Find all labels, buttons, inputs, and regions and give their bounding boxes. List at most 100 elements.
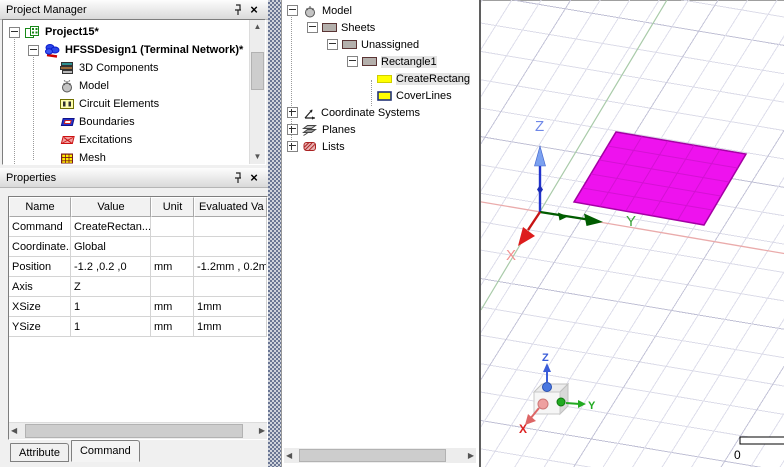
prop-name: XSize (9, 297, 71, 317)
3d-components-icon (60, 62, 73, 74)
prop-evaluated: 1mm (194, 317, 267, 337)
scroll-right-button[interactable]: ▶ (259, 427, 265, 435)
prop-name: Position (9, 257, 71, 277)
collapse-icon[interactable] (287, 5, 298, 16)
prop-name: Command (9, 217, 71, 237)
x-axis-arrowhead (518, 227, 535, 246)
collapse-icon[interactable] (307, 22, 318, 33)
model-icon (305, 5, 315, 17)
scroll-left-button[interactable]: ◀ (11, 427, 17, 435)
tree-item-planes[interactable]: Planes (282, 121, 480, 138)
collapse-icon[interactable] (347, 56, 358, 67)
prop-value[interactable]: 1 (71, 297, 151, 317)
triad-y-label: Y (588, 400, 596, 412)
properties-hscrollbar[interactable]: ◀ ▶ (9, 422, 267, 439)
tree-item-3d-components[interactable]: 3D Components (3, 59, 265, 77)
tree-item-label: Coordinate Systems (321, 106, 421, 119)
expand-icon[interactable] (287, 107, 298, 118)
boundaries-icon (60, 118, 75, 126)
collapse-icon[interactable] (9, 26, 20, 38)
prop-name: Axis (9, 277, 71, 297)
prop-unit[interactable]: mm (151, 257, 194, 277)
scrollbar-thumb[interactable] (25, 424, 243, 438)
pin-icon (235, 3, 241, 15)
prop-evaluated: -1.2mm , 0.2m (194, 257, 267, 277)
triad-x-knob (537, 398, 549, 410)
column-header-value: Value (71, 197, 151, 217)
left-dock: Project Manager × Project15* HFSSDesign1… (0, 0, 268, 467)
tree-item-createrectangle[interactable]: CreateRectang (282, 70, 480, 87)
model-icon (62, 80, 72, 93)
tree-item-label: Unassigned (361, 38, 420, 51)
dock-splitter[interactable] (268, 0, 281, 467)
tree-item-mesh[interactable]: Mesh (3, 149, 265, 164)
tree-item-design[interactable]: HFSSDesign1 (Terminal Network)* (3, 41, 265, 59)
triad-y-arrowhead (578, 400, 586, 408)
project-tree-scrollbar[interactable]: ▲ ▼ (249, 20, 265, 164)
prop-value[interactable]: 1 (71, 317, 151, 337)
hfss-application-window: Project Manager × Project15* HFSSDesign1… (0, 0, 784, 467)
scrollbar-thumb[interactable] (251, 52, 264, 90)
tab-attribute[interactable]: Attribute (10, 443, 69, 462)
prop-value[interactable]: CreateRectan... (71, 217, 151, 237)
column-header-unit: Unit (151, 197, 194, 217)
rectangle1-face[interactable] (572, 131, 748, 226)
tab-label: Command (79, 445, 131, 457)
tree-item-rectangle1[interactable]: Rectangle1 (282, 53, 480, 70)
scroll-left-button[interactable]: ◀ (286, 452, 292, 460)
prop-unit[interactable] (151, 237, 194, 257)
properties-table: Name Value Unit Evaluated Va Command Cre… (8, 196, 268, 440)
scroll-up-button[interactable]: ▲ (250, 23, 265, 31)
prop-unit[interactable] (151, 277, 194, 297)
lists-icon (303, 142, 316, 152)
collapse-icon[interactable] (28, 44, 39, 56)
tree-item-label: Model (79, 80, 109, 92)
tree-item-label: CreateRectang (396, 72, 470, 85)
scroll-down-button[interactable]: ▼ (250, 153, 265, 161)
tree-item-model-root[interactable]: Model (282, 2, 480, 19)
sheet-icon (322, 23, 337, 32)
tree-item-circuit-elements[interactable]: Circuit Elements (3, 95, 265, 113)
column-header-name: Name (9, 197, 71, 217)
tree-item-sheets[interactable]: Sheets (282, 19, 480, 36)
pin-button[interactable] (230, 2, 246, 17)
tree-item-excitations[interactable]: Excitations (3, 131, 265, 149)
close-button[interactable]: × (246, 170, 262, 185)
prop-value[interactable]: -1.2 ,0.2 ,0 (71, 257, 151, 277)
collapse-icon[interactable] (327, 39, 338, 50)
table-row: Coordinate... Global (9, 237, 267, 257)
tree-item-project[interactable]: Project15* (3, 23, 265, 41)
tree-item-lists[interactable]: Lists (282, 138, 480, 155)
model-tree-hscrollbar[interactable]: ◀ ▶ (284, 448, 476, 463)
sheet-icon (342, 40, 357, 49)
tree-item-boundaries[interactable]: Boundaries (3, 113, 265, 131)
triad-y-knob (556, 397, 566, 407)
tab-command[interactable]: Command (70, 440, 140, 462)
table-row: Axis Z (9, 277, 267, 297)
scale-bar-zero: 0 (734, 448, 741, 462)
project-tree: Project15* HFSSDesign1 (Terminal Network… (2, 19, 266, 165)
orientation-triad[interactable]: Z Y X (519, 352, 596, 436)
prop-value[interactable]: Global (71, 237, 151, 257)
tree-item-coverlines[interactable]: CoverLines (282, 87, 480, 104)
prop-unit[interactable]: mm (151, 297, 194, 317)
prop-evaluated (194, 237, 267, 257)
properties-header-row: Name Value Unit Evaluated Va (9, 197, 267, 217)
expand-icon[interactable] (287, 124, 298, 135)
rectangle1-object[interactable] (572, 131, 748, 226)
prop-unit[interactable] (151, 217, 194, 237)
pin-button[interactable] (230, 170, 246, 185)
prop-unit[interactable]: mm (151, 317, 194, 337)
scroll-right-button[interactable]: ▶ (468, 452, 474, 460)
prop-value[interactable]: Z (71, 277, 151, 297)
tree-item-coordinate-systems[interactable]: Coordinate Systems (282, 104, 480, 121)
tree-item-unassigned[interactable]: Unassigned (282, 36, 480, 53)
tree-item-label: Boundaries (79, 116, 135, 128)
3d-viewport[interactable]: Z Y X Z Y X 0 (479, 0, 784, 467)
sheet-icon (362, 57, 377, 66)
scrollbar-thumb[interactable] (299, 449, 446, 462)
close-button[interactable]: × (246, 2, 262, 17)
tree-item-model[interactable]: Model (3, 77, 265, 95)
tree-item-label: Rectangle1 (381, 55, 437, 68)
expand-icon[interactable] (287, 141, 298, 152)
